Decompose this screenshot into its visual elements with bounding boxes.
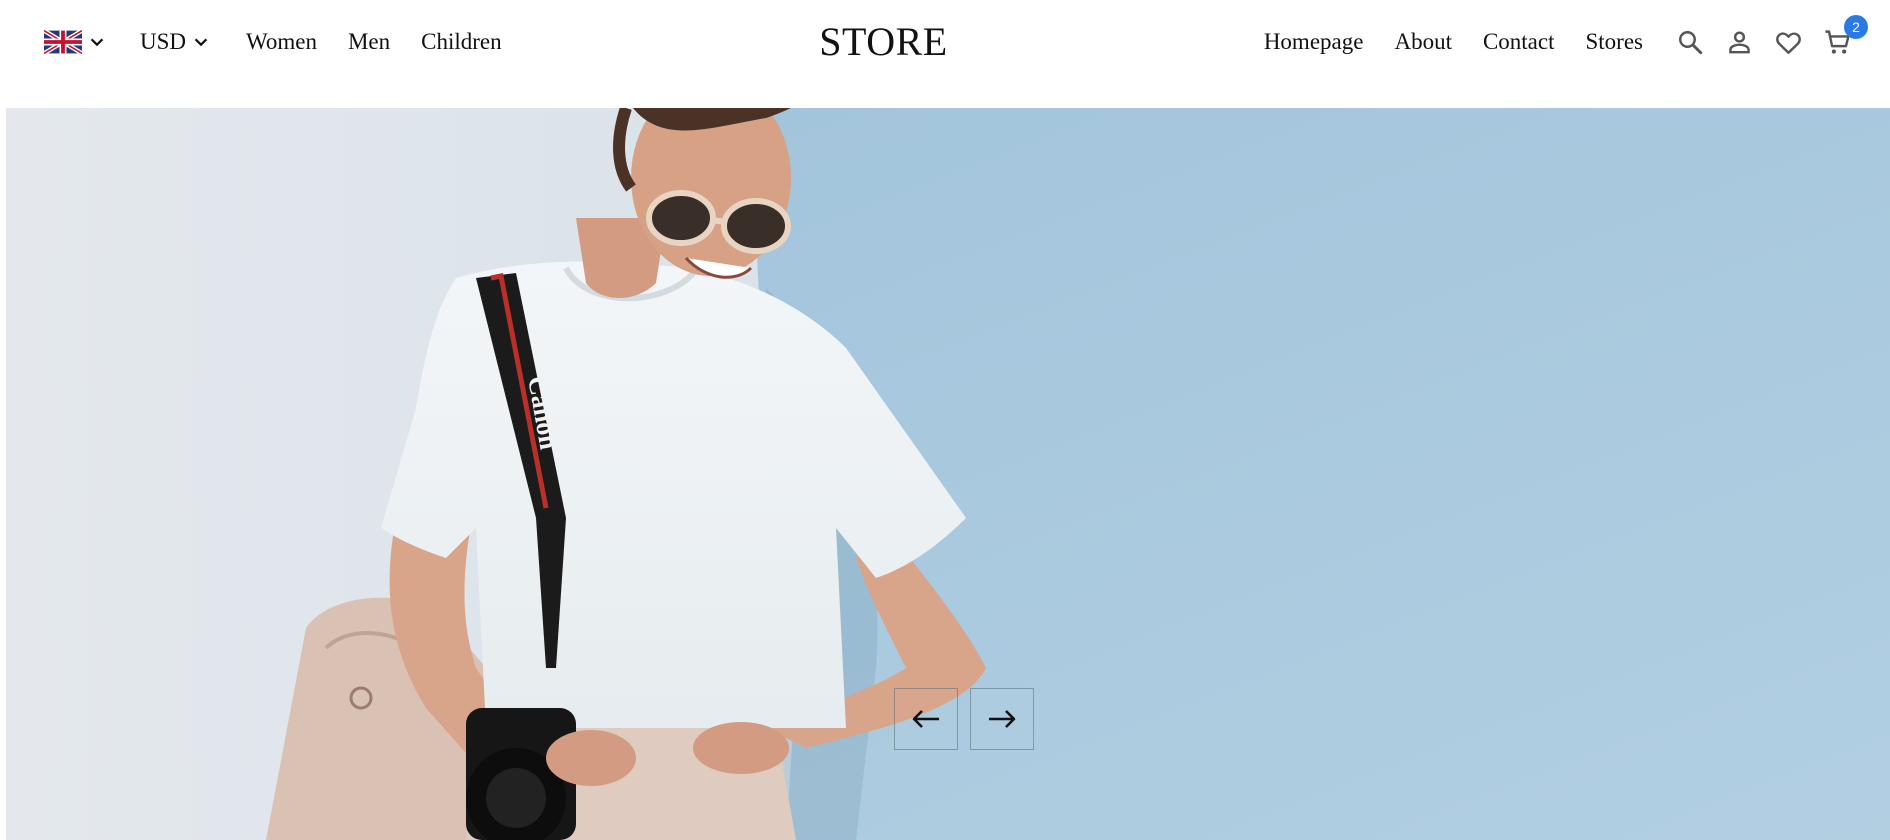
next-slide-button[interactable] bbox=[970, 688, 1034, 750]
search-icon bbox=[1679, 30, 1703, 54]
arrow-left-icon bbox=[912, 710, 939, 728]
hero-banner: Canon bbox=[6, 108, 1890, 840]
page-links: Homepage About Contact Stores bbox=[1264, 29, 1643, 55]
nav-link-about[interactable]: About bbox=[1394, 29, 1452, 55]
nav-link-homepage[interactable]: Homepage bbox=[1264, 29, 1364, 55]
arrow-right-icon bbox=[989, 710, 1016, 728]
search-button[interactable] bbox=[1676, 28, 1705, 57]
cart-button[interactable]: 2 bbox=[1823, 14, 1868, 57]
user-icon bbox=[1729, 31, 1750, 53]
heart-icon bbox=[1776, 31, 1801, 54]
header-icons: 2 bbox=[1676, 14, 1868, 57]
previous-slide-button[interactable] bbox=[894, 688, 958, 750]
slider-controls bbox=[894, 688, 1034, 750]
account-button[interactable] bbox=[1725, 28, 1754, 57]
top-navbar: USD Women Men Children STORE Homepage Ab… bbox=[0, 0, 1890, 108]
wishlist-button[interactable] bbox=[1774, 28, 1803, 57]
nav-right: Homepage About Contact Stores 2 bbox=[1264, 14, 1868, 60]
cart-count-badge: 2 bbox=[1844, 14, 1868, 39]
nav-link-stores[interactable]: Stores bbox=[1586, 29, 1644, 55]
nav-link-contact[interactable]: Contact bbox=[1483, 29, 1555, 55]
